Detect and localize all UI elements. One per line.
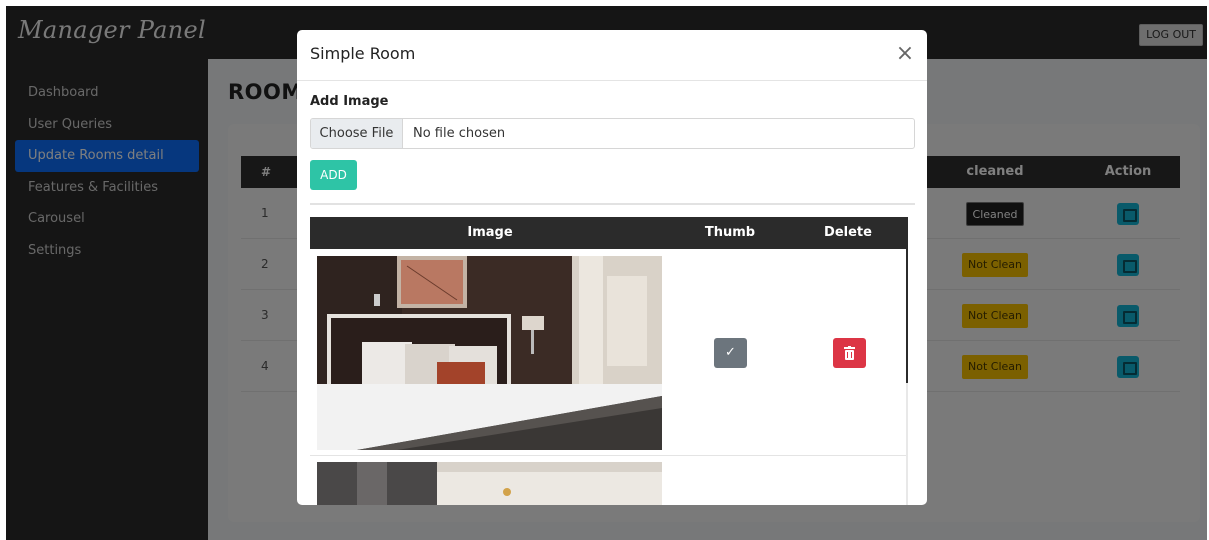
add-image-button[interactable]: ADD	[310, 160, 357, 190]
row-divider	[310, 455, 906, 456]
choose-file-button[interactable]: Choose File	[311, 119, 403, 148]
set-thumb-button[interactable]: ✓	[714, 338, 747, 368]
image-table-scrollbar[interactable]	[906, 217, 908, 505]
divider	[310, 203, 915, 205]
header-delete: Delete	[824, 225, 872, 240]
file-input[interactable]: Choose File No file chosen	[310, 118, 915, 149]
header-thumb: Thumb	[704, 225, 756, 240]
delete-image-button[interactable]	[833, 338, 866, 368]
modal-header: Simple Room ×	[297, 30, 927, 81]
image-table: Image Thumb Delete ✓	[310, 217, 908, 505]
room-image	[317, 462, 662, 505]
scrollbar-thumb[interactable]	[906, 217, 908, 383]
room-images-modal: Simple Room × Add Image Choose File No f…	[297, 30, 927, 505]
modal-title: Simple Room	[310, 44, 416, 63]
room-image	[317, 256, 662, 450]
close-icon[interactable]: ×	[894, 43, 916, 65]
trash-icon	[844, 346, 855, 360]
file-status-text: No file chosen	[413, 126, 506, 141]
header-image: Image	[467, 225, 513, 240]
add-image-label: Add Image	[310, 94, 389, 109]
image-table-header: Image Thumb Delete	[310, 217, 908, 249]
app-frame: Manager Panel LOG OUT Dashboard User Que…	[6, 6, 1207, 540]
